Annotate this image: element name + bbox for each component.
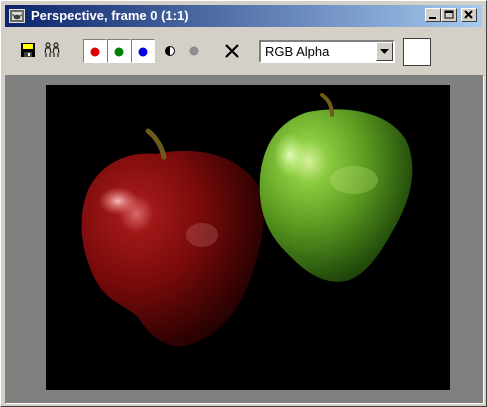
window-title: Perspective, frame 0 (1:1) [31,8,189,23]
maximize-icon [444,10,454,19]
alpha-channel-dot-icon [189,46,199,56]
minimize-button[interactable] [425,8,441,22]
rendered-image [46,85,450,390]
teapot-render-icon [9,9,25,23]
chevron-down-icon [380,49,389,54]
dropdown-arrow-button[interactable] [376,42,393,61]
channel-display-select[interactable]: RGB Alpha [259,40,395,63]
render-viewport [5,75,484,404]
apples-render [81,93,413,347]
red-channel-toggle[interactable] [83,39,107,63]
channel-display-value: RGB Alpha [265,44,330,59]
close-button[interactable] [461,8,477,22]
red-apple-stem [145,128,167,160]
save-image-button[interactable] [17,39,41,63]
alpha-channel-toggle[interactable] [183,39,207,63]
minimize-icon [429,17,436,19]
blue-channel-dot-icon [138,47,148,57]
color-swatch[interactable] [403,38,431,66]
mono-channel-toggle[interactable] [159,39,183,63]
toolbar: RGB Alpha [5,31,482,71]
clone-window-icon [44,42,60,57]
floppy-save-icon [21,43,35,57]
green-channel-toggle[interactable] [107,39,131,63]
clone-window-button[interactable] [41,39,65,63]
close-icon [464,10,473,19]
clear-button[interactable] [221,39,245,63]
maximize-button[interactable] [441,8,457,22]
red-channel-dot-icon [90,47,100,57]
clear-x-icon [225,44,239,58]
green-apple [259,109,413,282]
red-apple [81,150,264,347]
rendered-frame-window: Perspective, frame 0 (1:1) RGB Alpha [0,0,487,407]
green-channel-dot-icon [114,47,124,57]
half-circle-mono-icon [165,46,175,56]
blue-channel-toggle[interactable] [131,39,155,63]
title-bar[interactable]: Perspective, frame 0 (1:1) [5,5,482,27]
